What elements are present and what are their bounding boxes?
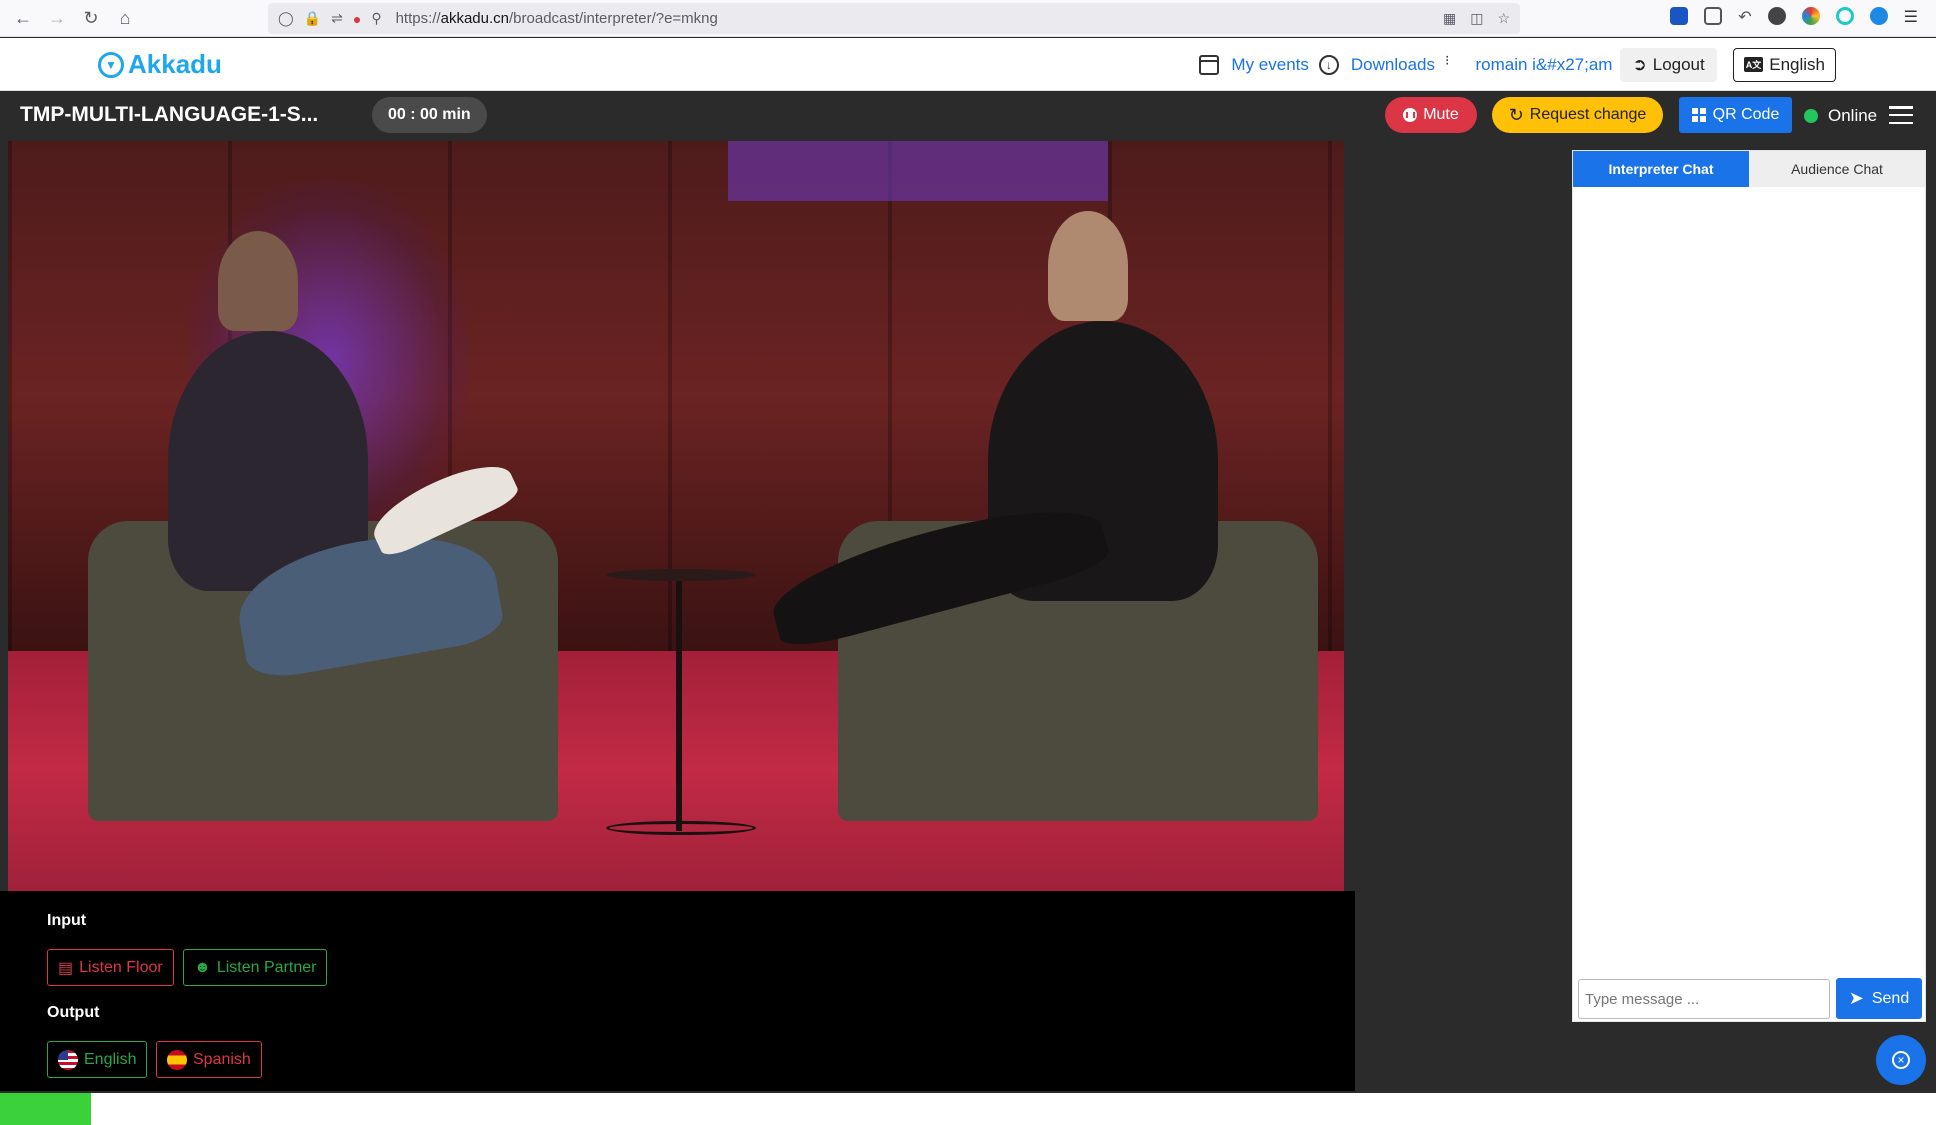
- calendar-icon: [1199, 54, 1220, 75]
- extension-icon[interactable]: [1767, 7, 1786, 25]
- app-header: ▼ Akkadu My events ↓ Downloads ⁝ romain …: [0, 38, 1936, 91]
- address-bar[interactable]: ◯ 🔒 ⇌ ● ⚲ https://akkadu.cn/broadcast/in…: [268, 3, 1520, 34]
- output-english-button[interactable]: English: [47, 1041, 148, 1078]
- logo-icon: ▼: [98, 51, 124, 78]
- side-table: [606, 569, 756, 581]
- input-heading: Input: [47, 912, 87, 929]
- audio-level-fill: [0, 1093, 91, 1125]
- floor-icon: ▤: [58, 959, 74, 977]
- hamburger-menu-icon[interactable]: [1889, 106, 1913, 124]
- connection-status: Online: [1804, 106, 1877, 126]
- permissions-icon[interactable]: ⇌: [331, 10, 343, 27]
- downloads-dropdown-icon[interactable]: ⁝: [1445, 52, 1449, 69]
- status-dot-icon: [1804, 109, 1818, 123]
- close-floating-button[interactable]: ×: [1876, 1035, 1926, 1085]
- users-icon: ☻: [194, 958, 211, 976]
- language-icon: A文: [1743, 57, 1764, 72]
- undo-icon[interactable]: ↶: [1738, 7, 1751, 27]
- url-text[interactable]: https://akkadu.cn/broadcast/interpreter/…: [396, 10, 718, 27]
- output-heading: Output: [47, 1004, 100, 1021]
- session-timer: 00 : 00 min: [372, 97, 487, 133]
- forward-icon[interactable]: →: [40, 1, 74, 35]
- translate-icon[interactable]: ◫: [1470, 10, 1483, 27]
- home-icon[interactable]: ⌂: [108, 1, 142, 35]
- event-toolbar: TMP-MULTI-LANGUAGE-1-S... 00 : 00 min Mu…: [0, 92, 1936, 139]
- my-events-link[interactable]: My events: [1231, 55, 1308, 75]
- language-button[interactable]: A文 English: [1732, 47, 1836, 82]
- extension-icon[interactable]: [1835, 7, 1854, 25]
- lock-icon[interactable]: 🔒: [304, 10, 321, 27]
- logo[interactable]: ▼ Akkadu: [98, 49, 222, 80]
- logout-button[interactable]: ➲ Logout: [1620, 47, 1717, 82]
- refresh-icon: ↻: [1508, 104, 1524, 125]
- close-icon: ×: [1892, 1051, 1910, 1069]
- output-spanish-button[interactable]: Spanish: [156, 1041, 262, 1078]
- browser-toolbar: ← → ↻ ⌂ ◯ 🔒 ⇌ ● ⚲ https://akkadu.cn/broa…: [0, 0, 1936, 37]
- spain-flag-icon: [167, 1049, 187, 1070]
- back-icon[interactable]: ←: [6, 1, 40, 35]
- key-icon[interactable]: ⚲: [371, 10, 381, 27]
- downloads-link[interactable]: Downloads: [1351, 55, 1435, 75]
- qr-code-icon[interactable]: ▦: [1443, 10, 1456, 27]
- user-menu[interactable]: romain i&#x27;am: [1475, 55, 1612, 75]
- listen-partner-button[interactable]: ☻ Listen Partner: [183, 949, 328, 986]
- speaker-figure: [1048, 211, 1128, 321]
- request-change-button[interactable]: ↻ Request change: [1492, 97, 1663, 133]
- extension-icon[interactable]: [1670, 7, 1689, 25]
- extension-icon[interactable]: [1869, 7, 1888, 25]
- stage-light: [728, 141, 1108, 201]
- listen-floor-button[interactable]: ▤ Listen Floor: [47, 949, 174, 986]
- logout-icon: ➲: [1632, 54, 1647, 74]
- shield-icon[interactable]: ◯: [278, 10, 294, 27]
- audio-level-bar: [0, 1093, 1936, 1125]
- send-button[interactable]: ➤ Send: [1836, 978, 1922, 1019]
- chat-tabs: Interpreter Chat Audience Chat: [1573, 151, 1925, 187]
- chat-panel: Interpreter Chat Audience Chat ➤ Send: [1572, 150, 1926, 1022]
- chat-message-input[interactable]: [1578, 979, 1830, 1019]
- mute-button[interactable]: Mute: [1385, 97, 1477, 133]
- reload-icon[interactable]: ↻: [74, 1, 108, 35]
- qr-code-icon: [1691, 108, 1706, 122]
- interpreter-controls: Input ▤ Listen Floor ☻ Listen Partner Ou…: [0, 891, 1355, 1091]
- side-table: [676, 581, 682, 831]
- extension-icon[interactable]: [1801, 7, 1820, 25]
- pause-icon: [1403, 108, 1418, 122]
- event-title: TMP-MULTI-LANGUAGE-1-S...: [20, 103, 319, 126]
- paper-plane-icon: ➤: [1848, 988, 1864, 1008]
- us-flag-icon: [58, 1049, 78, 1070]
- microphone-icon[interactable]: ●: [353, 11, 361, 27]
- tab-interpreter-chat[interactable]: Interpreter Chat: [1573, 151, 1749, 187]
- download-icon: ↓: [1318, 54, 1339, 75]
- video-player[interactable]: [8, 141, 1344, 891]
- qr-code-button[interactable]: QR Code: [1679, 97, 1792, 133]
- menu-icon[interactable]: ☰: [1904, 7, 1918, 27]
- tab-audience-chat[interactable]: Audience Chat: [1749, 151, 1925, 187]
- sidebar-icon[interactable]: [1704, 7, 1723, 25]
- side-table: [606, 821, 756, 835]
- interviewer-figure: [218, 231, 298, 331]
- bookmark-star-icon[interactable]: ☆: [1497, 10, 1510, 27]
